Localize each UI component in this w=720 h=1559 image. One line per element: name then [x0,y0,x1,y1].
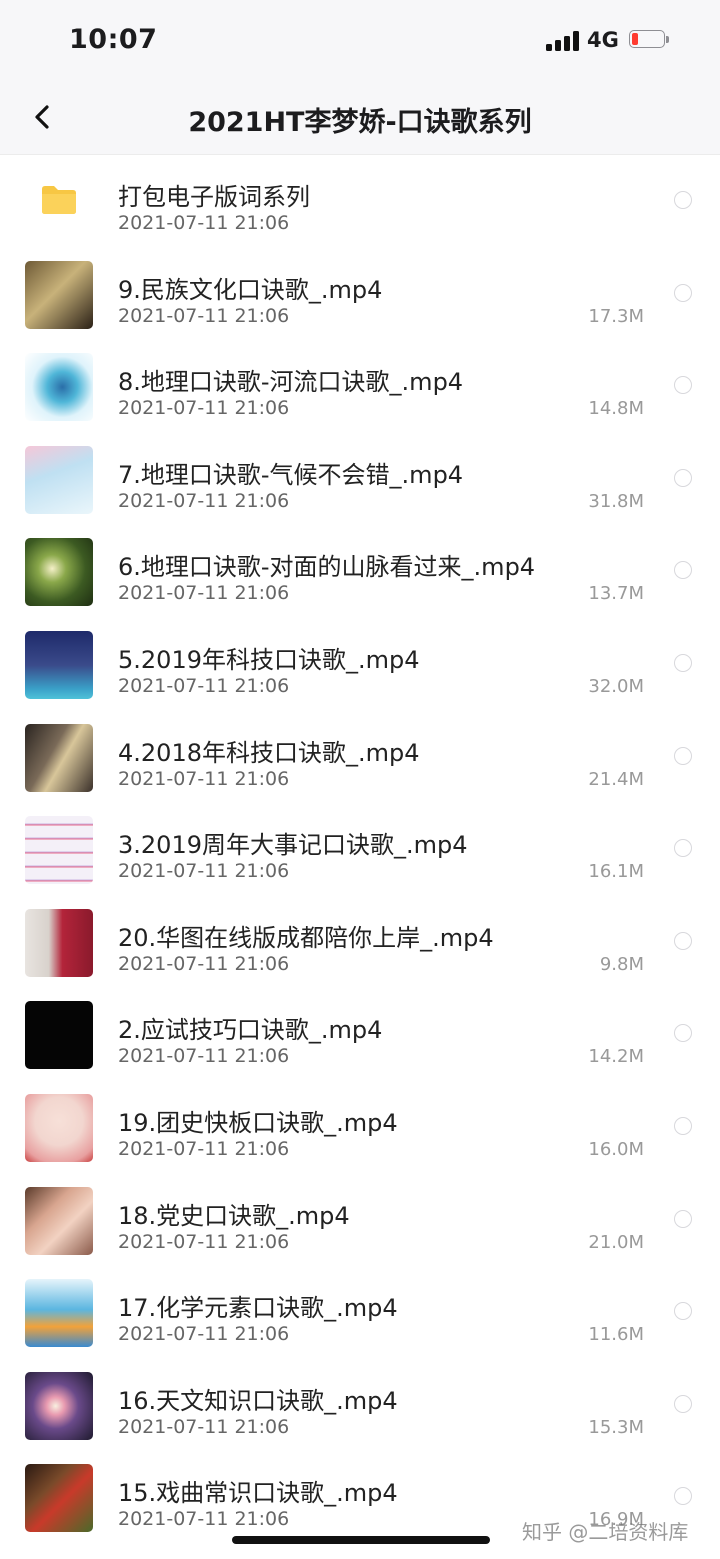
file-date: 2021-07-11 21:06 [118,304,290,327]
video-thumbnail [25,723,93,792]
file-name: 6.地理口诀歌-对面的山脉看过来_.mp4 [118,553,536,582]
file-size: 15.3M [588,1416,644,1438]
file-name: 5.2019年科技口诀歌_.mp4 [118,645,420,674]
file-date: 2021-07-11 21:06 [118,952,290,975]
file-name: 15.戏曲常识口诀歌_.mp4 [118,1479,398,1508]
file-size: 21.0M [588,1231,644,1253]
video-thumbnail [25,630,93,699]
video-thumbnail [25,1186,93,1255]
network-type: 4G [587,28,619,52]
file-date: 2021-07-11 21:06 [118,1508,290,1531]
file-name: 打包电子版词系列 [118,183,310,211]
battery-icon [629,30,669,50]
video-thumbnail [25,1464,93,1533]
list-item[interactable]: 19.团史快板口诀歌_.mp4 2021-07-11 21:06 16.0M [0,1081,720,1174]
file-name: 4.2018年科技口诀歌_.mp4 [118,738,420,767]
select-radio[interactable] [674,1487,692,1506]
file-name: 19.团史快板口诀歌_.mp4 [118,1108,398,1137]
file-size: 13.7M [588,583,644,605]
file-size: 14.8M [588,398,644,420]
file-date: 2021-07-11 21:06 [118,397,290,420]
list-item[interactable]: 17.化学元素口诀歌_.mp4 2021-07-11 21:06 11.6M [0,1266,720,1359]
list-item[interactable]: 6.地理口诀歌-对面的山脉看过来_.mp4 2021-07-11 21:06 1… [0,525,720,618]
watermark: 知乎 @二培资料库 [522,1520,689,1544]
file-date: 2021-07-11 21:06 [118,1137,290,1160]
file-list: 打包电子版词系列 2021-07-11 21:06 9.民族文化口诀歌_.mp4… [0,155,720,1544]
select-radio[interactable] [674,561,692,580]
file-date: 2021-07-11 21:06 [118,767,290,790]
select-radio[interactable] [674,1209,692,1228]
file-date: 2021-07-11 21:06 [118,489,290,512]
file-date: 2021-07-11 21:06 [118,1323,290,1346]
select-radio[interactable] [674,191,692,209]
file-size: 9.8M [599,953,644,975]
list-item[interactable]: 3.2019周年大事记口诀歌_.mp4 2021-07-11 21:06 16.… [0,803,720,896]
file-name: 16.天文知识口诀歌_.mp4 [118,1386,398,1415]
file-name: 2.应试技巧口诀歌_.mp4 [118,1016,383,1045]
select-radio[interactable] [674,653,692,672]
signal-icon [546,31,580,51]
home-indicator[interactable] [232,1536,490,1544]
file-date: 2021-07-11 21:06 [118,1230,290,1253]
video-thumbnail [25,1279,93,1348]
file-size: 16.1M [588,861,644,883]
file-name: 18.党史口诀歌_.mp4 [118,1201,350,1230]
list-item[interactable]: 4.2018年科技口诀歌_.mp4 2021-07-11 21:06 21.4M [0,711,720,804]
status-time: 10:07 [69,24,158,55]
select-radio[interactable] [674,1394,692,1413]
file-name: 7.地理口诀歌-气候不会错_.mp4 [118,460,464,489]
video-thumbnail [25,260,93,329]
navigation-bar: 2021HT李梦娇-口诀歌系列 [0,80,720,155]
select-radio[interactable] [674,1116,692,1135]
list-item[interactable]: 18.党史口诀歌_.mp4 2021-07-11 21:06 21.0M [0,1174,720,1267]
list-item[interactable]: 16.天文知识口诀歌_.mp4 2021-07-11 21:06 15.3M [0,1359,720,1452]
file-size: 14.2M [588,1046,644,1068]
video-thumbnail [25,816,93,885]
select-radio[interactable] [674,1302,692,1321]
list-item[interactable]: 2.应试技巧口诀歌_.mp4 2021-07-11 21:06 14.2M [0,988,720,1081]
file-date: 2021-07-11 21:06 [118,1045,290,1068]
list-item[interactable]: 20.华图在线版成都陪你上岸_.mp4 2021-07-11 21:06 9.8… [0,896,720,989]
video-thumbnail [25,908,93,977]
video-thumbnail [25,445,93,514]
file-size: 32.0M [588,675,644,697]
file-date: 2021-07-11 21:06 [118,674,290,697]
file-name: 17.化学元素口诀歌_.mp4 [118,1294,398,1323]
file-date: 2021-07-11 21:06 [118,582,290,605]
list-item[interactable]: 打包电子版词系列 2021-07-11 21:06 [0,155,720,248]
list-item[interactable]: 5.2019年科技口诀歌_.mp4 2021-07-11 21:06 32.0M [0,618,720,711]
status-bar: 10:07 4G [0,0,720,80]
file-date: 2021-07-11 21:06 [118,212,290,234]
select-radio[interactable] [674,468,692,487]
video-thumbnail [25,1001,93,1070]
folder-icon [42,186,76,214]
file-name: 3.2019周年大事记口诀歌_.mp4 [118,831,468,860]
file-size: 17.3M [588,305,644,327]
file-size: 11.6M [588,1324,644,1346]
select-radio[interactable] [674,283,692,302]
file-name: 9.民族文化口诀歌_.mp4 [118,275,383,304]
video-thumbnail [25,1371,93,1440]
select-radio[interactable] [674,746,692,765]
video-thumbnail [25,538,93,607]
video-thumbnail [25,1093,93,1162]
file-size: 16.0M [588,1138,644,1160]
file-name: 8.地理口诀歌-河流口诀歌_.mp4 [118,368,464,397]
select-radio[interactable] [674,931,692,950]
file-name: 20.华图在线版成都陪你上岸_.mp4 [118,923,494,952]
page-title: 2021HT李梦娇-口诀歌系列 [188,107,532,138]
list-item[interactable]: 7.地理口诀歌-气候不会错_.mp4 2021-07-11 21:06 31.8… [0,433,720,526]
file-date: 2021-07-11 21:06 [118,1415,290,1438]
select-radio[interactable] [674,1024,692,1043]
file-size: 31.8M [588,490,644,512]
video-thumbnail [25,353,93,422]
file-size: 21.4M [588,768,644,790]
select-radio[interactable] [674,376,692,395]
select-radio[interactable] [674,839,692,858]
list-item[interactable]: 8.地理口诀歌-河流口诀歌_.mp4 2021-07-11 21:06 14.8… [0,340,720,433]
list-item[interactable]: 9.民族文化口诀歌_.mp4 2021-07-11 21:06 17.3M [0,248,720,341]
file-date: 2021-07-11 21:06 [118,860,290,883]
